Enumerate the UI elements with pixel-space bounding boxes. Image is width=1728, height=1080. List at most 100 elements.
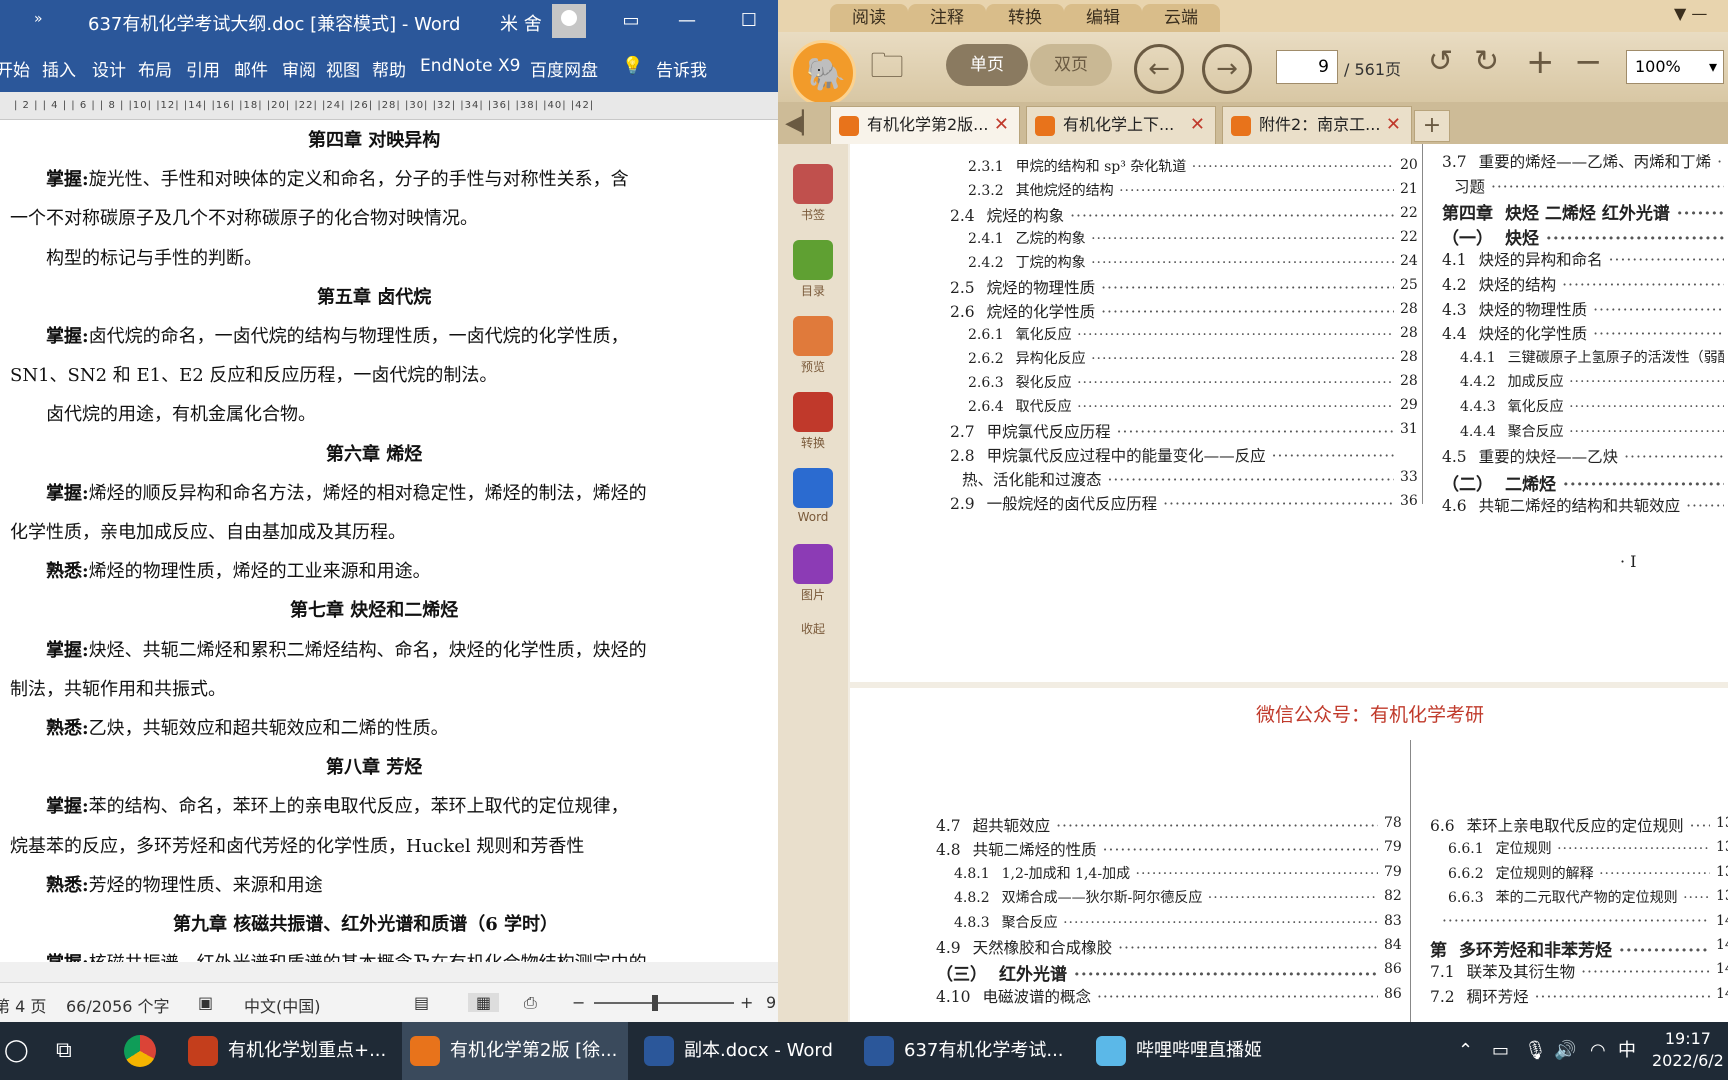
close-icon[interactable]: ✕ (1386, 107, 1401, 143)
zoom-out-button[interactable]: − (572, 993, 585, 1012)
taskbar-app[interactable]: 哔哩哔哩直播姬 (1088, 1022, 1268, 1080)
taskbar-app[interactable]: 有机化学划重点+... (180, 1022, 396, 1080)
avatar[interactable] (552, 4, 586, 38)
sidebar-item[interactable]: 收起 (778, 620, 848, 637)
toc-entry[interactable]: 7.2 稠环芳烃 ································… (1430, 985, 1710, 1007)
tray-chevron-up-icon[interactable]: ⌃ (1458, 1022, 1473, 1080)
open-folder-icon[interactable]: 🗀 (870, 42, 904, 99)
chrome-icon[interactable] (124, 1035, 156, 1067)
toc-entry[interactable]: ········································… (1430, 912, 1710, 930)
toc-entry[interactable]: 7.1 联苯及其衍生物 ·····························… (1430, 960, 1710, 982)
close-icon[interactable]: ✕ (1190, 107, 1205, 143)
new-tab-button[interactable]: + (1414, 110, 1450, 142)
toc-entry[interactable]: 4.4.3 氧化反应 ······························… (1460, 396, 1724, 416)
toc-entry[interactable]: 6.6.2 定位规则的解释 ···························… (1448, 863, 1710, 883)
ribbon-display-options-icon[interactable]: ▭ (616, 6, 646, 36)
taskbar-app[interactable]: 副本.docx - Word (636, 1022, 850, 1080)
toc-entry[interactable]: 4.2 炔烃的结构 ·······························… (1442, 273, 1724, 295)
zoom-level[interactable]: 9 (766, 993, 776, 1012)
single-page-button[interactable]: 单页 (946, 44, 1028, 86)
sidebar-item[interactable]: 预览 (778, 316, 848, 375)
toc-entry[interactable]: 2.6.4 取代反应 ······························… (968, 396, 1394, 416)
ribbon-tab[interactable]: 引用 (186, 56, 220, 81)
zoom-in-button[interactable]: + (740, 993, 753, 1012)
zoom-slider-thumb[interactable] (652, 995, 658, 1011)
toc-entry[interactable]: （一） 炔烃 ··································… (1442, 224, 1724, 249)
toc-entry[interactable]: 2.3.1 甲烷的结构和 sp³ 杂化轨道 ···················… (968, 156, 1394, 176)
toc-entry[interactable]: （三） 红外光谱 ································… (936, 960, 1378, 985)
wifi-icon[interactable]: ◠ (1590, 1022, 1606, 1080)
ribbon-tab[interactable]: 告诉我 (656, 56, 707, 81)
read-mode-icon[interactable]: ▤ (414, 993, 429, 1012)
zoom-out-icon[interactable]: − (1574, 42, 1603, 82)
next-page-arrow-icon[interactable]: → (1202, 44, 1252, 94)
ribbon-tab[interactable]: 视图 (326, 56, 360, 81)
taskbar-app[interactable]: 637有机化学考试... (856, 1022, 1080, 1080)
toc-entry[interactable]: 2.6.1 氧化反应 ······························… (968, 324, 1394, 344)
window-controls-icon[interactable]: ▼ — (1674, 4, 1707, 23)
close-icon[interactable]: ✕ (994, 107, 1009, 143)
ribbon-tab[interactable]: 审阅 (282, 56, 316, 81)
toc-entry[interactable]: 2.4 烷烃的构象 ·······························… (950, 204, 1394, 226)
sidebar-item[interactable]: Word (778, 468, 848, 524)
language-indicator[interactable]: 中文(中国) (244, 993, 321, 1017)
toc-entry[interactable]: 热、活化能和过渡态 ······························… (950, 468, 1394, 490)
prev-page-arrow-icon[interactable]: ← (1134, 44, 1184, 94)
toc-entry[interactable]: 6.6.1 定位规则 ······························… (1448, 838, 1710, 858)
toc-entry[interactable]: 4.3 炔烃的物理性质 ·····························… (1442, 298, 1724, 320)
horizontal-scrollbar[interactable] (0, 962, 778, 982)
zoom-in-icon[interactable]: + (1526, 42, 1555, 82)
zoom-select[interactable]: 100% ▾ (1626, 50, 1724, 84)
document-tab[interactable]: 有机化学第2版... ✕ (830, 106, 1020, 144)
toc-entry[interactable]: 4.1 炔烃的异构和命名 ····························… (1442, 248, 1724, 270)
quick-access-chevron-icon[interactable]: » (34, 11, 43, 27)
toc-entry[interactable]: 4.4 炔烃的化学性质 ·····························… (1442, 322, 1724, 344)
battery-icon[interactable]: ▭ (1492, 1022, 1509, 1080)
ribbon-tab[interactable]: 百度网盘 (530, 56, 598, 81)
task-view-icon[interactable]: ⧉ (56, 1022, 72, 1080)
toc-entry[interactable]: 4.4.4 聚合反应 ······························… (1460, 421, 1724, 441)
sidebar-item[interactable]: 图片 (778, 544, 848, 603)
toc-entry[interactable]: 4.10 电磁波谱的概念 ····························… (936, 985, 1378, 1007)
toc-entry[interactable]: 4.4.2 加成反应 ······························… (1460, 371, 1724, 391)
pdf-menu-3[interactable]: 编辑 (1064, 4, 1142, 32)
rotate-left-icon[interactable]: ↺ (1428, 44, 1453, 79)
page-indicator[interactable]: 第 4 页 (0, 993, 46, 1017)
sidebar-item[interactable]: 书签 (778, 164, 848, 223)
toc-entry[interactable]: 2.8 甲烷氯代反应过程中的能量变化——反应 ··················… (950, 444, 1394, 466)
ribbon-tab[interactable]: 布局 (138, 56, 172, 81)
toc-entry[interactable]: 第四章炔烃 二烯烃 红外光谱 ·························… (1442, 199, 1724, 224)
pdf-menu-0[interactable]: 阅读 (830, 4, 908, 32)
ribbon-tab[interactable]: 邮件 (234, 56, 268, 81)
sidebar-item[interactable]: 目录 (778, 240, 848, 299)
ribbon-tab[interactable]: 帮助 (372, 56, 406, 81)
toc-entry[interactable]: 6.6 苯环上亲电取代反应的定位规则 ······················… (1430, 814, 1710, 836)
toc-entry[interactable]: 2.9 一般烷烃的卤代反应历程 ·························… (950, 492, 1394, 514)
web-layout-icon[interactable]: ⎙ (524, 993, 537, 1013)
user-name[interactable]: 米 舍 (500, 10, 542, 36)
toc-entry[interactable]: 4.8.2 双烯合成——狄尔斯-阿尔德反应 ···················… (954, 887, 1378, 907)
toc-entry[interactable]: 6.6.3 苯的二元取代产物的定位规则 ·····················… (1448, 887, 1710, 907)
toc-entry[interactable]: 2.4.1 乙烷的构象 ·····························… (968, 228, 1394, 248)
toc-entry[interactable]: 2.4.2 丁烷的构象 ·····························… (968, 252, 1394, 272)
toc-entry[interactable]: 4.8.1 1,2-加成和 1,4-加成 ····················… (954, 863, 1378, 883)
toc-entry[interactable]: 2.5 烷烃的物理性质 ·····························… (950, 276, 1394, 298)
toc-entry[interactable]: 4.8.3 聚合反应 ······························… (954, 912, 1378, 932)
taskbar-app[interactable]: 有机化学第2版 [徐... (402, 1022, 628, 1080)
toc-entry[interactable]: 习题 ·····································… (1442, 175, 1724, 197)
document-tab[interactable]: 有机化学上下... ✕ (1026, 106, 1216, 144)
toc-entry[interactable]: 4.6 共轭二烯烃的结构和共轭效应 ·······················… (1442, 494, 1724, 516)
toc-entry[interactable]: 2.6.2 异构化反应 ·····························… (968, 348, 1394, 368)
document-tab[interactable]: 附件2：南京工... ✕ (1222, 106, 1412, 144)
toc-entry[interactable]: 2.6 烷烃的化学性质 ·····························… (950, 300, 1394, 322)
pdf-menu-1[interactable]: 注释 (908, 4, 986, 32)
toc-entry[interactable]: 2.3.2 其他烷烃的结构 ···························… (968, 180, 1394, 200)
print-layout-icon[interactable]: ▦ (468, 993, 500, 1012)
pdf-menu-4[interactable]: 云端 (1142, 4, 1220, 32)
toc-entry[interactable]: （二） 二烯烃 ·································… (1442, 470, 1724, 495)
proofing-icon[interactable]: ▣ (198, 993, 213, 1012)
toc-entry[interactable]: 4.7 超共轭效应 ·······························… (936, 814, 1378, 836)
double-page-button[interactable]: 双页 (1030, 44, 1112, 86)
volume-icon[interactable]: 🔊 (1554, 1022, 1576, 1080)
clock[interactable]: 19:17 2022/6/2 (1652, 1028, 1724, 1072)
